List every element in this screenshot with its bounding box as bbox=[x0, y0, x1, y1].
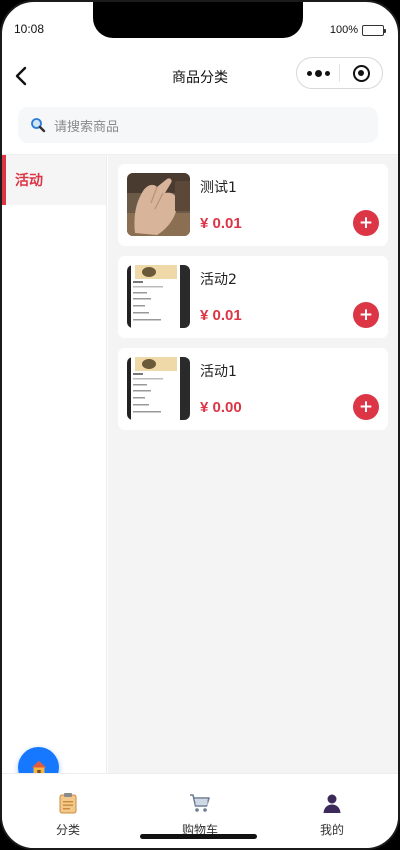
product-card[interactable]: 测试1 ¥ 0.01 + bbox=[118, 164, 388, 246]
cart-icon bbox=[190, 794, 210, 812]
product-card[interactable]: 活动2 ¥ 0.01 + bbox=[118, 256, 388, 338]
tab-label: 我的 bbox=[319, 823, 344, 837]
sidebar-item-activity[interactable]: 活动 bbox=[2, 155, 106, 205]
clipboard-icon bbox=[59, 793, 77, 814]
target-close-icon bbox=[352, 64, 370, 82]
tab-category[interactable]: 分类 bbox=[2, 774, 134, 848]
navigation-bar: 商品分类 bbox=[2, 54, 398, 98]
product-price: ¥ 0.01 bbox=[200, 307, 242, 324]
add-to-cart-button[interactable]: + bbox=[353, 394, 379, 420]
add-to-cart-button[interactable]: + bbox=[353, 302, 379, 328]
user-icon bbox=[323, 794, 341, 813]
product-list: 测试1 ¥ 0.01 + 活动2 ¥ 0.01 + 活动1 ¥ 0.00 + bbox=[108, 155, 398, 773]
more-menu-button[interactable] bbox=[297, 58, 339, 88]
status-bar: 10:08 100% bbox=[2, 2, 398, 46]
close-program-button[interactable] bbox=[340, 58, 382, 88]
product-price: ¥ 0.00 bbox=[200, 399, 242, 416]
product-card[interactable]: 活动1 ¥ 0.00 + bbox=[118, 348, 388, 430]
battery-icon bbox=[362, 24, 386, 36]
search-input[interactable]: 请搜索商品 bbox=[54, 116, 119, 135]
home-indicator bbox=[140, 834, 257, 839]
product-image-screenshot bbox=[127, 265, 190, 328]
battery-text: 100% bbox=[329, 24, 358, 36]
product-name: 活动2 bbox=[200, 272, 237, 288]
mini-program-capsule bbox=[296, 57, 383, 89]
search-icon bbox=[31, 118, 46, 133]
product-image-screenshot bbox=[127, 357, 190, 420]
category-sidebar: 活动 bbox=[2, 155, 107, 773]
phone-screen: 10:08 100% 商品分类 请搜索商品 活动 测试1 ¥ 0.01 + 活动… bbox=[0, 0, 400, 850]
add-to-cart-button[interactable]: + bbox=[353, 210, 379, 236]
tab-mine[interactable]: 我的 bbox=[266, 774, 398, 848]
battery-indicator: 100% bbox=[329, 24, 386, 36]
status-time: 10:08 bbox=[14, 22, 45, 36]
product-price: ¥ 0.01 bbox=[200, 215, 242, 232]
category-content: 活动 测试1 ¥ 0.01 + 活动2 ¥ 0.01 + 活动1 ¥ 0.00 … bbox=[2, 154, 398, 773]
more-dots-icon bbox=[306, 69, 330, 77]
product-name: 测试1 bbox=[200, 180, 237, 196]
notch bbox=[93, 2, 303, 38]
tab-label: 分类 bbox=[55, 823, 80, 837]
product-name: 活动1 bbox=[200, 364, 237, 380]
search-bar[interactable]: 请搜索商品 bbox=[18, 107, 378, 143]
product-image-hand bbox=[127, 173, 190, 236]
